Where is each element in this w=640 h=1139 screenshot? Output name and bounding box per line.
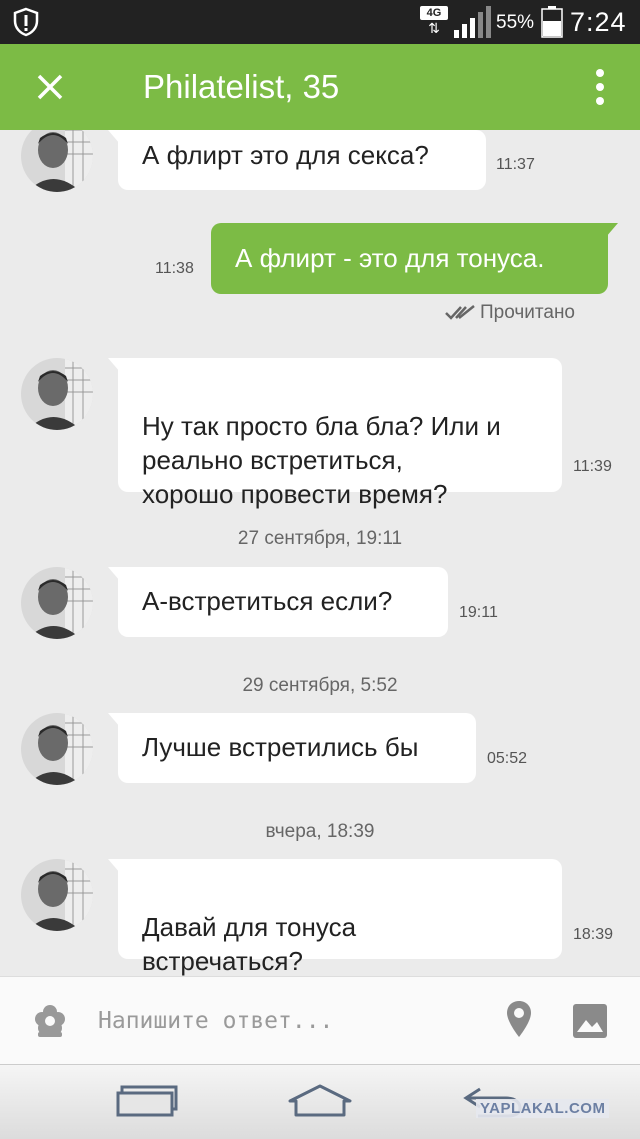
network-indicator: 4G ⇅ xyxy=(420,6,448,40)
date-divider: 29 сентября, 5:52 xyxy=(242,675,398,696)
message-time: 11:39 xyxy=(573,458,612,475)
message-text: Давай для тонуса встречаться? xyxy=(142,912,357,976)
message-bubble[interactable]: Давай для тонуса встречаться? xyxy=(108,859,562,976)
home-icon[interactable] xyxy=(286,1083,354,1119)
clock: 7:24 xyxy=(570,7,627,37)
battery-icon xyxy=(541,6,563,38)
watermark: YAPLAKAL.COM xyxy=(476,1099,610,1118)
message-time: 18:39 xyxy=(573,926,614,943)
message-time: 11:37 xyxy=(496,156,535,173)
message-bubble[interactable]: А-встретиться если? xyxy=(108,567,448,637)
user-photo-icon xyxy=(21,358,93,430)
image-attach-icon[interactable] xyxy=(572,1003,608,1039)
message-text: А-встретиться если? xyxy=(142,586,393,616)
shield-alert-icon xyxy=(13,7,39,37)
user-photo-icon xyxy=(21,859,93,931)
app-bar: Philatelist, 35 xyxy=(0,44,640,130)
read-receipt: Прочитано xyxy=(444,302,575,324)
date-divider: вчера, 18:39 xyxy=(265,821,375,842)
chat-area[interactable]: А флирт это для секса? 11:37 11:38 А фли… xyxy=(0,130,640,976)
message-bubble[interactable]: Лучше встретились бы xyxy=(108,713,476,783)
message-text: А флирт - это для тонуса. xyxy=(235,243,545,273)
avatar[interactable] xyxy=(21,859,93,931)
date-divider: 27 сентября, 19:11 xyxy=(237,528,403,549)
data-arrows-icon: ⇅ xyxy=(428,20,440,36)
status-bar: 4G ⇅ 55% 7:24 xyxy=(0,0,640,44)
read-status: Прочитано xyxy=(480,302,575,323)
avatar[interactable] xyxy=(21,567,93,639)
reply-input[interactable] xyxy=(98,1005,478,1037)
avatar[interactable] xyxy=(21,130,93,192)
close-icon[interactable] xyxy=(30,67,70,107)
network-type: 4G xyxy=(420,6,448,20)
location-pin-icon[interactable] xyxy=(505,999,533,1039)
message-text: Лучше встретились бы xyxy=(142,732,419,762)
user-photo-icon xyxy=(21,567,93,639)
user-photo-icon xyxy=(21,130,93,192)
avatar[interactable] xyxy=(21,713,93,785)
avatar[interactable] xyxy=(21,358,93,430)
message-text: Ну так просто бла бла? Или и реально вст… xyxy=(142,411,501,509)
message-time: 19:11 xyxy=(459,604,498,621)
recent-apps-icon[interactable] xyxy=(116,1083,180,1119)
message-time: 05:52 xyxy=(487,750,528,767)
double-check-icon xyxy=(445,305,475,320)
message-bubble[interactable]: Ну так просто бла бла? Или и реально вст… xyxy=(108,358,562,509)
message-time: 11:38 xyxy=(155,260,194,277)
message-text: А флирт это для секса? xyxy=(142,140,429,170)
battery-percent: 55% xyxy=(496,12,535,33)
chat-title: Philatelist, 35 xyxy=(143,68,340,105)
user-photo-icon xyxy=(21,713,93,785)
message-composer xyxy=(0,976,640,1065)
sticker-flower-icon[interactable] xyxy=(32,1002,68,1038)
more-options-icon[interactable] xyxy=(588,66,612,108)
message-bubble[interactable]: А флирт это для секса? xyxy=(108,130,486,190)
message-bubble-outgoing[interactable]: А флирт - это для тонуса. xyxy=(211,223,618,294)
signal-strength-icon xyxy=(454,6,491,38)
